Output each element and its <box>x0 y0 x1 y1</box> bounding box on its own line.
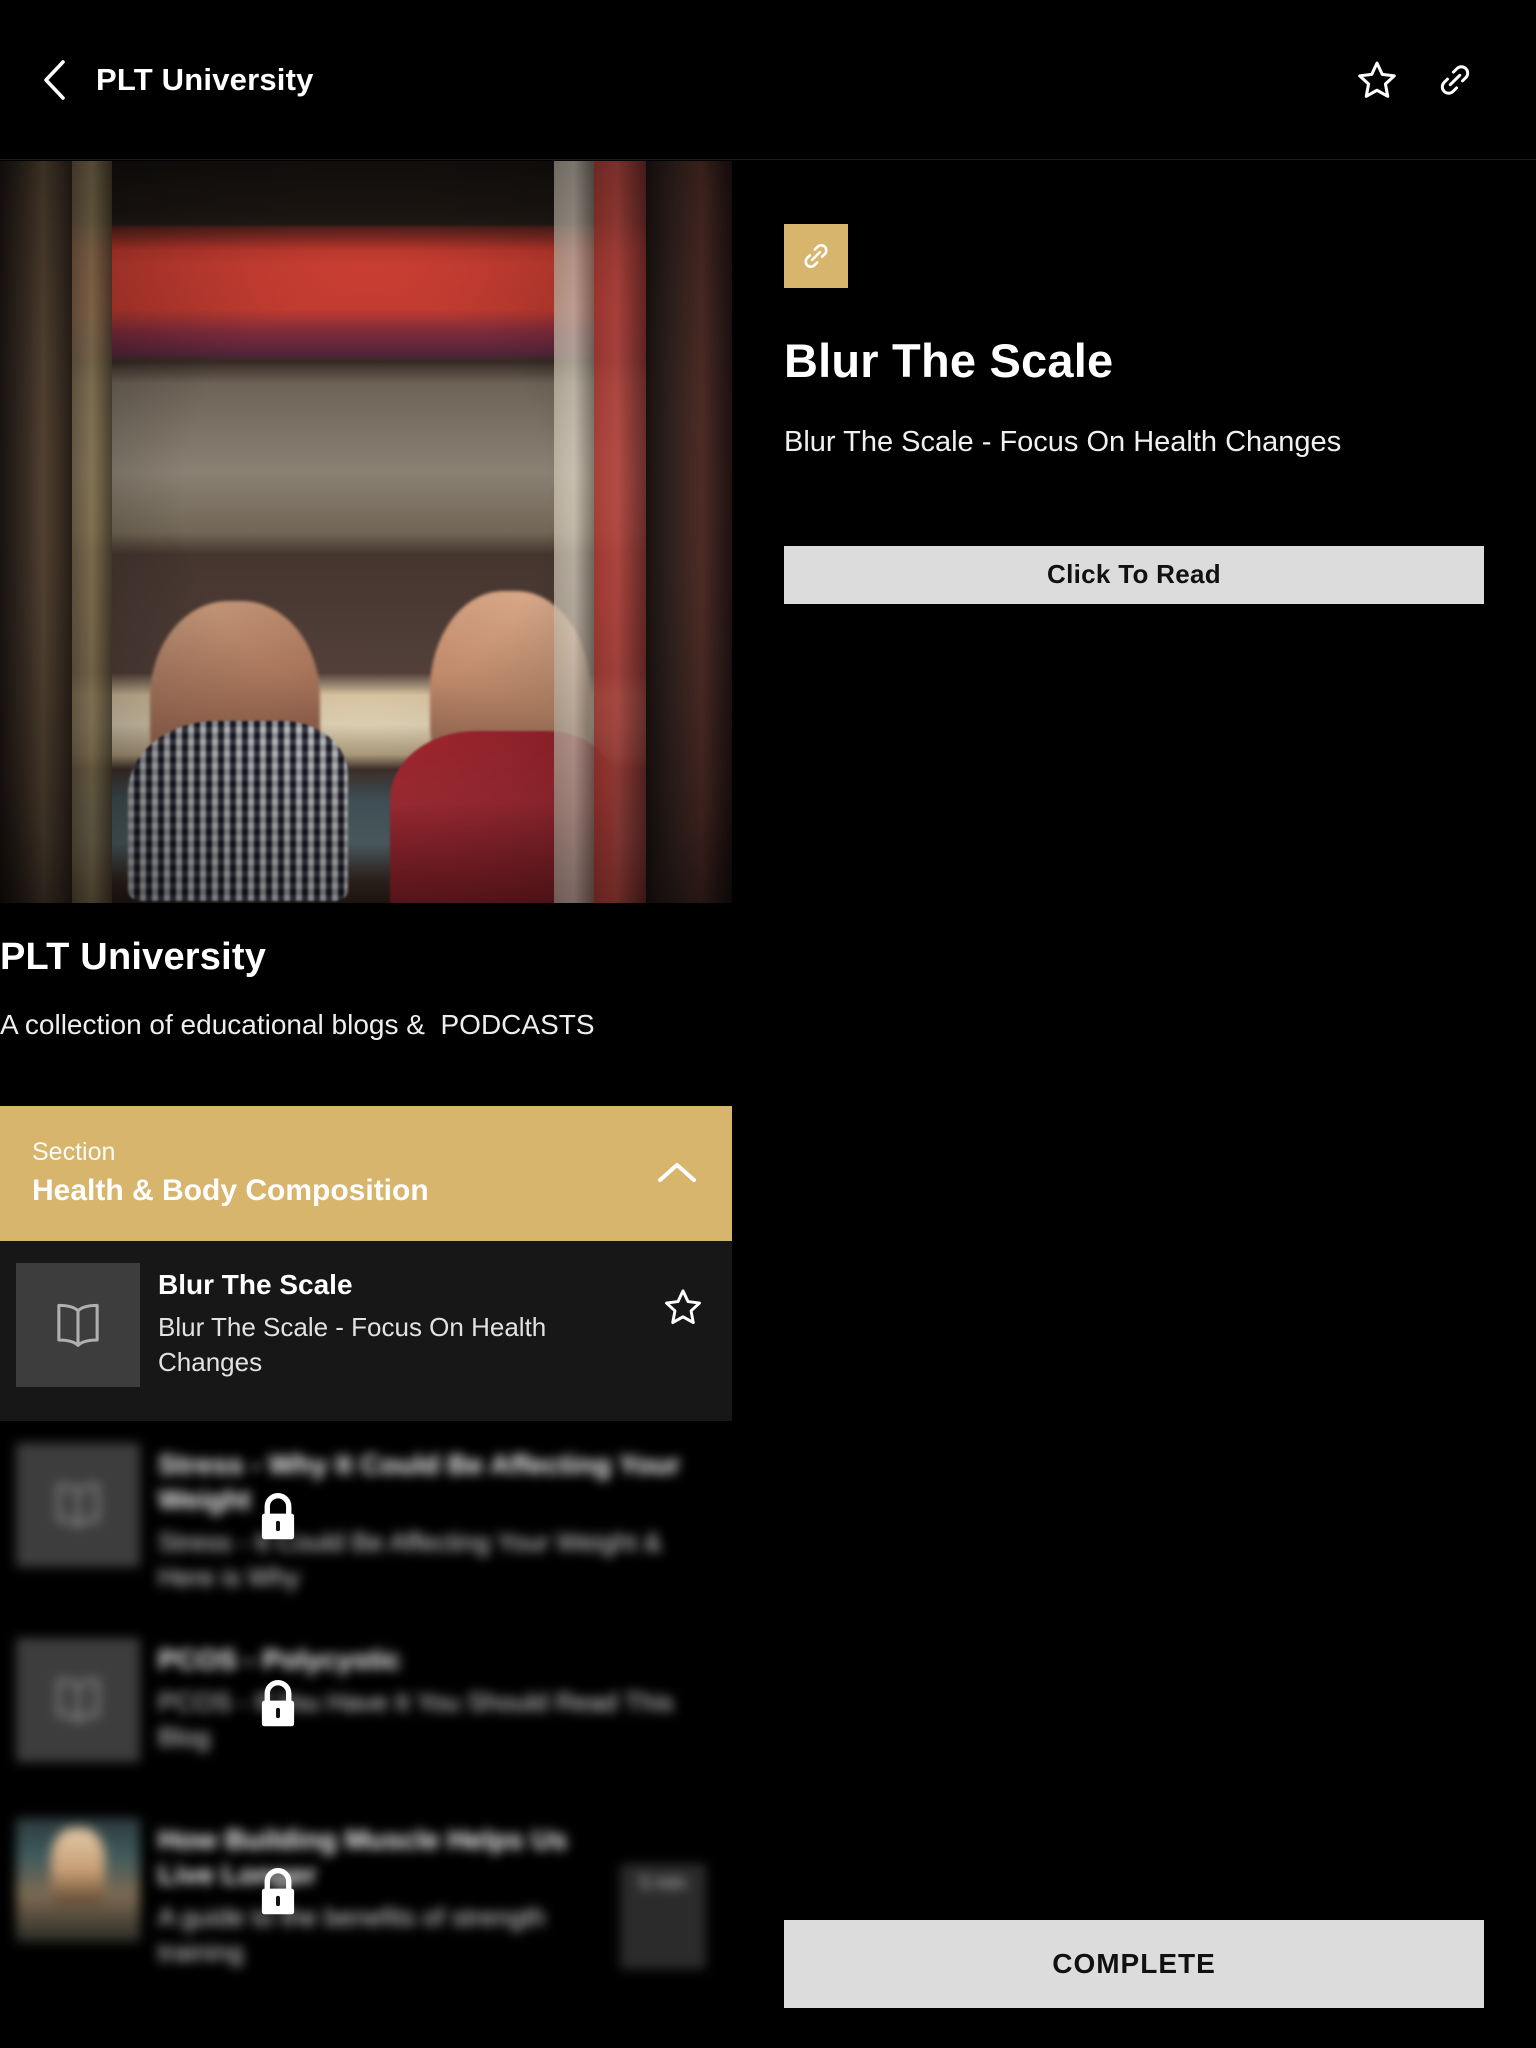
click-to-read-button[interactable]: Click To Read <box>784 545 1484 604</box>
star-outline-icon[interactable] <box>1354 57 1400 103</box>
chevron-up-icon[interactable] <box>650 1146 704 1200</box>
detail-subtitle: Blur The Scale - Focus On Health Changes <box>784 426 1342 459</box>
lesson-row-building-muscle-locked[interactable]: How Building Muscle Helps Us Live Longer… <box>0 1796 732 1992</box>
book-open-icon <box>16 1262 140 1387</box>
section-name: Health & Body Composition <box>32 1174 429 1208</box>
lesson-title: Blur The Scale <box>158 1268 353 1300</box>
section-header-text: Section Health & Body Composition <box>32 1137 650 1209</box>
lesson-detail-pane: Blur The Scale Blur The Scale - Focus On… <box>732 161 1536 2048</box>
lesson-subtitle: A guide to the benefits of strength trai… <box>158 1902 546 1967</box>
star-outline-icon[interactable] <box>660 1263 706 1329</box>
page-title: PLT University <box>96 61 314 97</box>
appbar-left-group: PLT University <box>34 58 1354 102</box>
link-icon[interactable] <box>1432 57 1478 103</box>
link-icon <box>784 224 848 288</box>
section-kicker: Section <box>32 1138 116 1167</box>
lesson-duration-badge: 5 min <box>619 1864 706 1970</box>
lesson-text-block: How Building Muscle Helps Us Live Longer… <box>158 1818 602 1969</box>
lesson-blurred-content: PCOS - Polycystic PCOS - If You Have It … <box>16 1638 706 1763</box>
lesson-row-blur-the-scale[interactable]: Blur The Scale Blur The Scale - Focus On… <box>0 1240 732 1421</box>
top-app-bar: PLT University <box>0 0 1536 160</box>
book-open-icon <box>16 1638 140 1763</box>
lesson-text-block: Blur The Scale Blur The Scale - Focus On… <box>158 1263 642 1379</box>
course-sidebar: PLT University A collection of education… <box>0 161 732 2048</box>
chevron-left-icon[interactable] <box>34 58 74 102</box>
lesson-title: Stress - Why It Could Be Affecting Your … <box>158 1448 681 1515</box>
lesson-row-pcos-locked[interactable]: PCOS - Polycystic PCOS - If You Have It … <box>0 1616 732 1797</box>
hero-vignette <box>0 161 732 903</box>
lesson-row-stress-weight-locked[interactable]: Stress - Why It Could Be Affecting Your … <box>0 1420 732 1617</box>
lesson-title: PCOS - Polycystic <box>158 1644 401 1676</box>
complete-button[interactable]: COMPLETE <box>784 1920 1484 2008</box>
lesson-text-block: PCOS - Polycystic PCOS - If You Have It … <box>158 1638 706 1762</box>
lesson-subtitle: PCOS - If You Have It You Should Read Th… <box>158 1687 674 1752</box>
lesson-title: How Building Muscle Helps Us Live Longer <box>158 1824 568 1891</box>
course-hero-image <box>0 161 732 903</box>
course-heading-block: PLT University A collection of education… <box>0 903 732 1043</box>
lesson-subtitle: Blur The Scale - Focus On Health Changes <box>158 1311 547 1377</box>
content-area: PLT University A collection of education… <box>0 161 1536 2048</box>
lesson-subtitle: Stress - It Could Be Affecting Your Weig… <box>158 1526 662 1592</box>
lesson-text-block: Stress - Why It Could Be Affecting Your … <box>158 1443 706 1594</box>
book-open-icon <box>16 1442 140 1567</box>
photo-thumbnail <box>16 1818 140 1943</box>
app-screen: PLT University PLT University A collecti… <box>0 0 1536 2048</box>
course-subtitle: A collection of educational blogs & PODC… <box>0 1008 595 1040</box>
detail-title: Blur The Scale <box>784 334 1114 387</box>
lesson-blurred-content: How Building Muscle Helps Us Live Longer… <box>16 1818 706 1970</box>
section-header-health-body-composition[interactable]: Section Health & Body Composition <box>0 1105 732 1241</box>
appbar-actions <box>1354 57 1502 103</box>
lesson-blurred-content: Stress - Why It Could Be Affecting Your … <box>16 1442 706 1594</box>
course-title: PLT University <box>0 936 267 978</box>
